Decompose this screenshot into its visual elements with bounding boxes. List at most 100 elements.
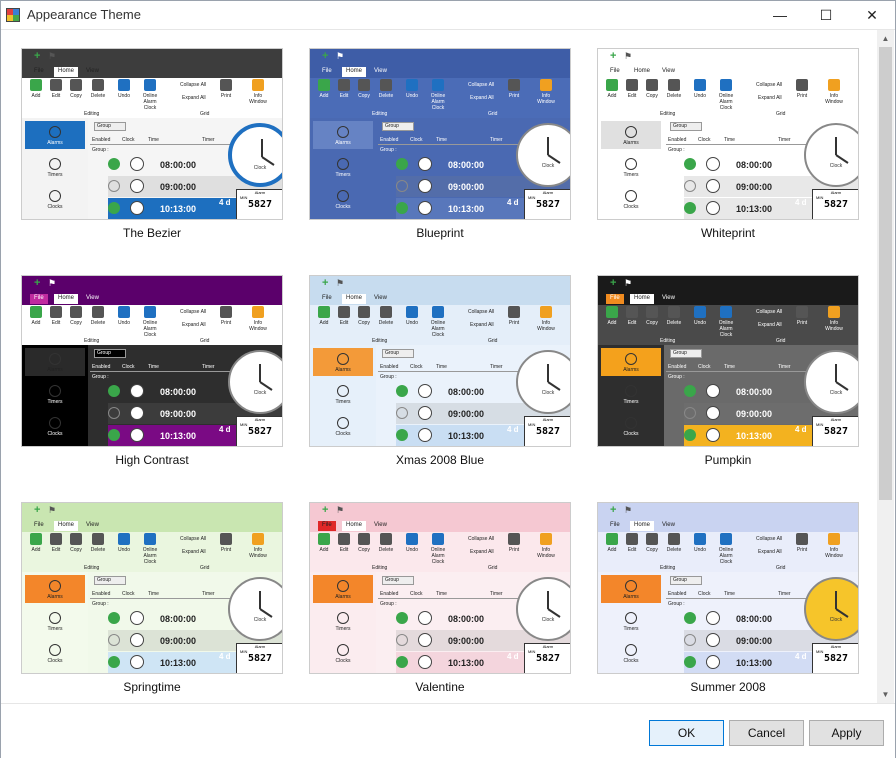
check-icon[interactable]: [684, 180, 696, 192]
theme-tile[interactable]: + ⚑ File Home View Add Edit Copy Delete Undo…: [597, 275, 859, 467]
collapse-all-button[interactable]: Collapse All: [468, 309, 494, 315]
collapse-all-button[interactable]: Collapse All: [468, 82, 494, 88]
check-icon[interactable]: [684, 158, 696, 170]
ribbon-button[interactable]: Add: [314, 533, 334, 553]
theme-preview[interactable]: + ⚑ File Home View Add Edit Copy Delete Undo…: [21, 48, 283, 220]
ribbon-button[interactable]: Print: [216, 533, 236, 553]
ribbon-button[interactable]: Undo: [690, 79, 710, 99]
ribbon-button[interactable]: Delete: [376, 533, 396, 553]
ribbon-button[interactable]: Info Window: [536, 306, 556, 332]
ribbon-button[interactable]: Edit: [334, 79, 354, 99]
sidebar-item-clocks[interactable]: Clocks: [601, 639, 661, 667]
group-selector[interactable]: Group: [94, 349, 126, 358]
sidebar-item-alarms[interactable]: Alarms: [25, 348, 85, 376]
expand-all-button[interactable]: Expand All: [470, 95, 494, 101]
tab-home[interactable]: Home: [630, 294, 655, 304]
ribbon-button[interactable]: Edit: [622, 79, 642, 99]
check-icon[interactable]: [108, 158, 120, 170]
ribbon-button[interactable]: Add: [314, 306, 334, 326]
group-selector[interactable]: Group: [382, 576, 414, 585]
ribbon-button[interactable]: Online Alarm Clock: [716, 306, 736, 338]
ribbon-button[interactable]: Info Window: [824, 533, 844, 559]
group-selector[interactable]: Group: [670, 349, 702, 358]
ribbon-button[interactable]: Undo: [114, 306, 134, 326]
ribbon-button[interactable]: Online Alarm Clock: [716, 79, 736, 111]
theme-preview[interactable]: + ⚑ File Home View Add Edit Copy Delete Undo…: [597, 275, 859, 447]
scroll-up-icon[interactable]: ▲: [877, 30, 894, 47]
ribbon-button[interactable]: Delete: [664, 533, 684, 553]
tab-file[interactable]: File: [318, 294, 336, 304]
ribbon-button[interactable]: Online Alarm Clock: [140, 79, 160, 111]
ribbon-button[interactable]: Info Window: [536, 533, 556, 559]
group-selector[interactable]: Group: [382, 349, 414, 358]
ribbon-button[interactable]: Copy: [354, 79, 374, 99]
group-selector[interactable]: Group: [670, 576, 702, 585]
ribbon-button[interactable]: Print: [216, 306, 236, 326]
ribbon-button[interactable]: Add: [602, 533, 622, 553]
ribbon-button[interactable]: Info Window: [248, 79, 268, 105]
expand-all-button[interactable]: Expand All: [182, 95, 206, 101]
theme-tile[interactable]: + ⚑ File Home View Add Edit Copy Delete Undo…: [597, 48, 859, 240]
theme-tile[interactable]: + ⚑ File Home View Add Edit Copy Delete Undo…: [309, 502, 571, 694]
ribbon-button[interactable]: Online Alarm Clock: [140, 306, 160, 338]
tab-file[interactable]: File: [606, 67, 624, 77]
ribbon-button[interactable]: Add: [602, 79, 622, 99]
collapse-all-button[interactable]: Collapse All: [756, 82, 782, 88]
sidebar-item-timers[interactable]: Timers: [313, 153, 373, 181]
ribbon-button[interactable]: Copy: [66, 79, 86, 99]
ribbon-button[interactable]: Copy: [66, 533, 86, 553]
expand-all-button[interactable]: Expand All: [758, 95, 782, 101]
ribbon-button[interactable]: Print: [504, 306, 524, 326]
sidebar-item-clocks[interactable]: Clocks: [25, 412, 85, 440]
ribbon-button[interactable]: Delete: [88, 533, 108, 553]
tab-home[interactable]: Home: [342, 294, 367, 304]
ribbon-button[interactable]: Undo: [402, 533, 422, 553]
theme-preview[interactable]: + ⚑ File Home View Add Edit Copy Delete Undo…: [597, 48, 859, 220]
check-icon[interactable]: [396, 202, 408, 214]
ribbon-button[interactable]: Add: [314, 79, 334, 99]
tab-view[interactable]: View: [658, 521, 679, 531]
tab-view[interactable]: View: [82, 67, 103, 77]
expand-all-button[interactable]: Expand All: [758, 322, 782, 328]
ribbon-button[interactable]: Print: [504, 533, 524, 553]
check-icon[interactable]: [108, 634, 120, 646]
ribbon-button[interactable]: Copy: [642, 533, 662, 553]
ribbon-button[interactable]: Undo: [114, 533, 134, 553]
check-icon[interactable]: [684, 656, 696, 668]
theme-tile[interactable]: + ⚑ File Home View Add Edit Copy Delete Undo…: [21, 502, 283, 694]
sidebar-item-alarms[interactable]: Alarms: [601, 575, 661, 603]
ribbon-button[interactable]: Print: [216, 79, 236, 99]
sidebar-item-timers[interactable]: Timers: [25, 607, 85, 635]
sidebar-item-clocks[interactable]: Clocks: [313, 639, 373, 667]
ribbon-button[interactable]: Delete: [376, 306, 396, 326]
tab-view[interactable]: View: [82, 521, 103, 531]
collapse-all-button[interactable]: Collapse All: [180, 309, 206, 315]
sidebar-item-alarms[interactable]: Alarms: [313, 575, 373, 603]
collapse-all-button[interactable]: Collapse All: [180, 82, 206, 88]
tab-home[interactable]: Home: [54, 521, 79, 531]
tab-view[interactable]: View: [658, 67, 679, 77]
sidebar-item-timers[interactable]: Timers: [601, 153, 661, 181]
check-icon[interactable]: [108, 656, 120, 668]
check-icon[interactable]: [396, 612, 408, 624]
sidebar-item-timers[interactable]: Timers: [601, 380, 661, 408]
sidebar-item-clocks[interactable]: Clocks: [25, 185, 85, 213]
collapse-all-button[interactable]: Collapse All: [468, 536, 494, 542]
expand-all-button[interactable]: Expand All: [182, 322, 206, 328]
ribbon-button[interactable]: Delete: [664, 79, 684, 99]
tab-home[interactable]: Home: [342, 67, 367, 77]
tab-file[interactable]: File: [318, 67, 336, 77]
ribbon-button[interactable]: Add: [26, 533, 46, 553]
ribbon-button[interactable]: Info Window: [536, 79, 556, 105]
tab-file[interactable]: File: [30, 294, 48, 304]
check-icon[interactable]: [396, 158, 408, 170]
ribbon-button[interactable]: Online Alarm Clock: [428, 306, 448, 338]
theme-preview[interactable]: + ⚑ File Home View Add Edit Copy Delete Undo…: [309, 48, 571, 220]
group-selector[interactable]: Group: [670, 122, 702, 131]
ribbon-button[interactable]: Undo: [114, 79, 134, 99]
scroll-thumb[interactable]: [879, 47, 892, 500]
ok-button[interactable]: OK: [649, 720, 724, 746]
tab-file[interactable]: File: [318, 521, 336, 531]
theme-tile[interactable]: + ⚑ File Home View Add Edit Copy Delete Undo…: [21, 275, 283, 467]
apply-button[interactable]: Apply: [809, 720, 884, 746]
